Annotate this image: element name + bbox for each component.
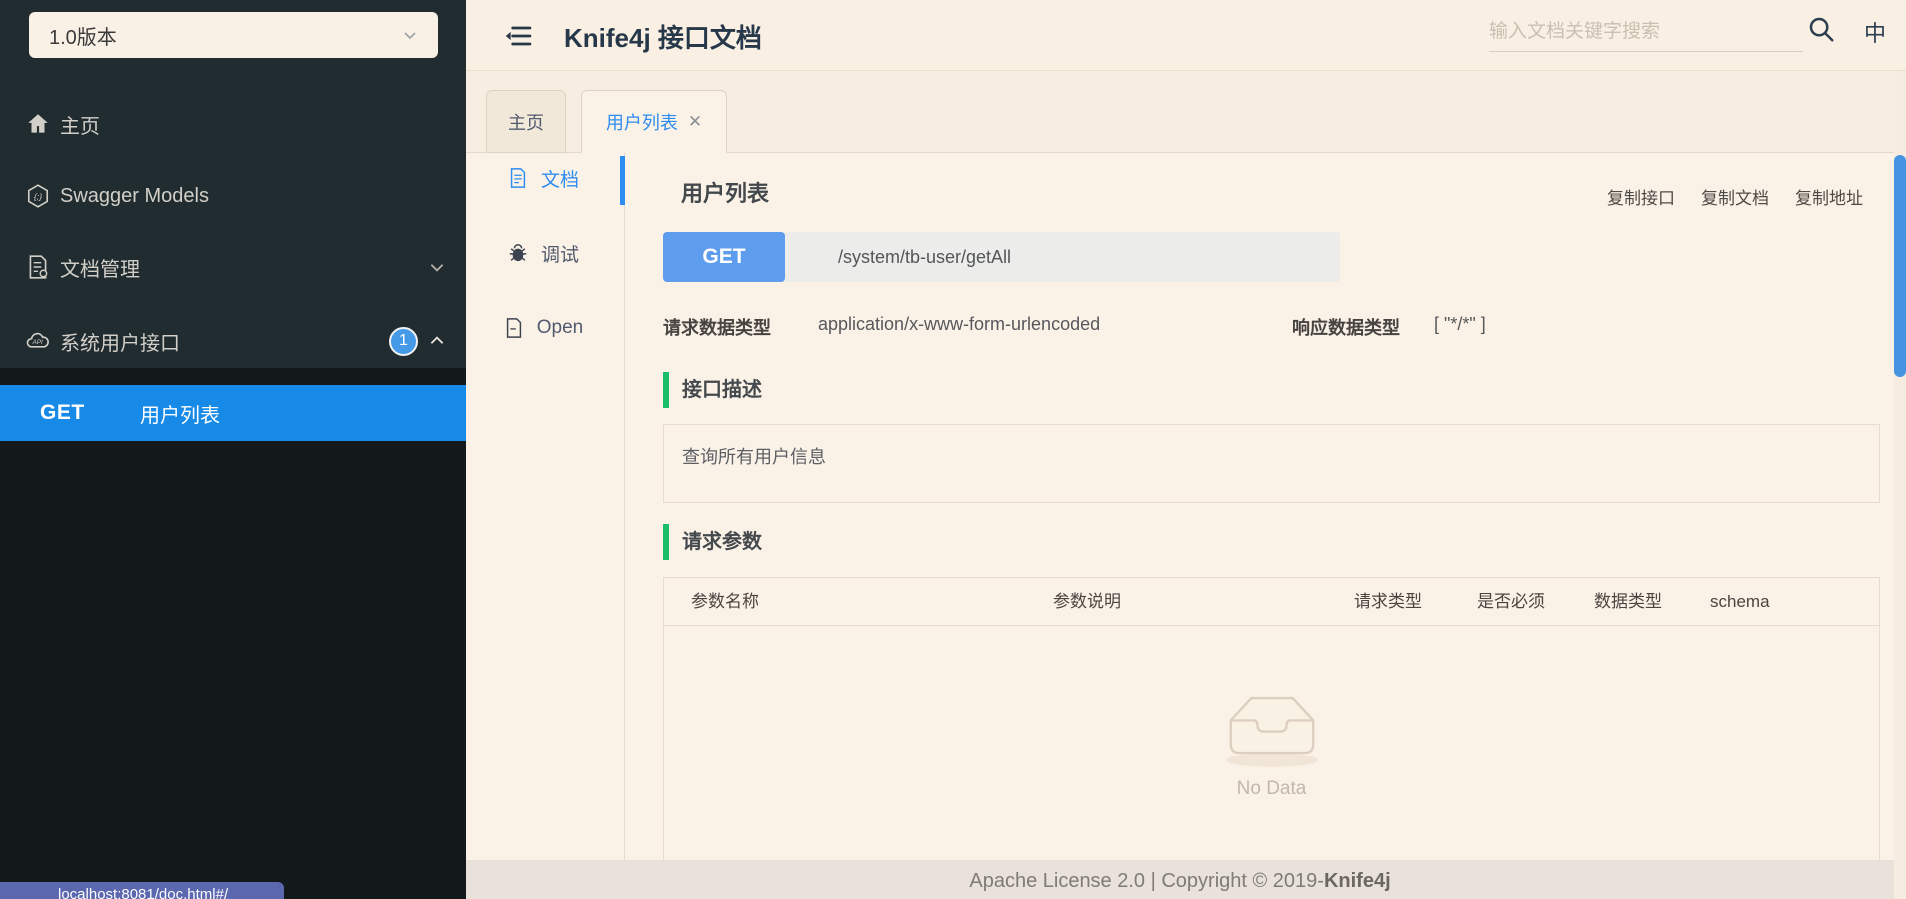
status-url-text: localhost:8081/doc.html#/ (58, 886, 229, 899)
sidebar-endpoint-user-list[interactable]: GET 用户列表 (0, 385, 466, 441)
description-text: 查询所有用户信息 (682, 447, 826, 467)
doc-manage-icon (24, 253, 52, 281)
empty-state: No Data (664, 686, 1879, 800)
column-header: schema (1710, 592, 1770, 611)
chevron-down-icon (428, 258, 446, 276)
copy-actions: 复制接口 复制文档 复制地址 (1607, 184, 1863, 209)
subnav-item-doc[interactable]: 文档 (466, 158, 620, 198)
copy-api-button[interactable]: 复制接口 (1607, 184, 1675, 209)
request-type-value: application/x-www-form-urlencoded (818, 314, 1101, 334)
tab-home[interactable]: 主页 (486, 90, 566, 153)
tab-label: 主页 (508, 112, 544, 133)
footer-license-text: Apache License 2.0 | Copyright © 2019-Kn… (969, 870, 1390, 893)
scrollbar-thumb[interactable] (1894, 155, 1906, 377)
version-select[interactable]: 1.0版本 (29, 12, 438, 58)
endpoint-count-badge: 1 (389, 326, 418, 356)
column-header: 请求类型 (1354, 592, 1422, 611)
file-icon (503, 317, 525, 339)
sidebar-item-label: 主页 (60, 115, 100, 138)
column-header: 数据类型 (1594, 592, 1662, 611)
knife4j-app: 1.0版本 主页 {;} Swagger Models 文档管理 API 系统用… (0, 0, 1906, 899)
tab-bar: 主页 用户列表 ✕ (466, 71, 1906, 153)
subnav-active-indicator (620, 156, 625, 205)
sidebar: 1.0版本 主页 {;} Swagger Models 文档管理 API 系统用… (0, 0, 466, 899)
http-method-badge: GET (663, 232, 785, 282)
footer-text: Apache License 2.0 | Copyright © 2019- (969, 870, 1324, 892)
response-type-value: [ "*/*" ] (1434, 314, 1486, 334)
endpoint-name-label: 用户列表 (140, 404, 220, 427)
column-header: 参数说明 (1053, 592, 1121, 611)
sidebar-item-home[interactable]: 主页 (0, 102, 466, 146)
column-header: 参数名称 (691, 592, 759, 611)
column-header: 是否必须 (1477, 592, 1545, 611)
sidebar-item-label: Swagger Models (60, 184, 209, 207)
language-toggle-button[interactable]: 中 (1864, 16, 1886, 48)
chevron-up-icon (428, 332, 446, 350)
home-icon (24, 110, 52, 138)
subnav-item-label: Open (536, 317, 584, 338)
request-type-label: 请求数据类型 (663, 318, 771, 338)
bug-icon (507, 242, 529, 264)
search-icon[interactable] (1806, 14, 1836, 44)
sidebar-submenu-background (0, 368, 466, 899)
header: Knife4j 接口文档 中 (466, 0, 1906, 71)
endpoint-url-bar: GET /system/tb-user/getAll (663, 232, 1340, 282)
section-accent-bar (663, 372, 669, 408)
browser-status-url-bar: localhost:8081/doc.html#/ (0, 882, 284, 899)
footer: Apache License 2.0 | Copyright © 2019-Kn… (466, 860, 1894, 899)
copy-address-button[interactable]: 复制地址 (1795, 184, 1863, 209)
swagger-models-icon: {;} (24, 182, 52, 210)
subnav-item-open[interactable]: Open (466, 308, 620, 348)
params-table-header: 参数名称 参数说明 请求类型 是否必须 数据类型 schema (664, 578, 1879, 626)
doc-icon (507, 167, 529, 189)
footer-brand: Knife4j (1323, 870, 1391, 892)
sidebar-item-label: 文档管理 (60, 258, 140, 281)
version-select-value: 1.0版本 (49, 26, 117, 49)
chevron-down-icon (402, 27, 418, 43)
sidebar-item-system-user-api[interactable]: API 系统用户接口 1 (0, 319, 466, 363)
cloud-api-icon: API (24, 327, 52, 355)
svg-text:{;}: {;} (34, 191, 42, 201)
description-box: 查询所有用户信息 (663, 424, 1880, 503)
section-title-description: 接口描述 (682, 379, 762, 401)
endpoint-path: /system/tb-user/getAll (838, 247, 1012, 267)
search-input[interactable] (1489, 12, 1803, 52)
sidebar-item-swagger-models[interactable]: {;} Swagger Models (0, 174, 466, 218)
params-table: 参数名称 参数说明 请求类型 是否必须 数据类型 schema No Data (663, 577, 1880, 860)
sidebar-item-label: 系统用户接口 (60, 332, 180, 355)
sidebar-item-doc-manage[interactable]: 文档管理 (0, 245, 466, 289)
empty-box-icon (1217, 686, 1327, 772)
endpoint-method-label: GET (40, 401, 85, 424)
close-icon[interactable]: ✕ (688, 112, 702, 132)
response-type-label: 响应数据类型 (1292, 318, 1400, 338)
copy-doc-button[interactable]: 复制文档 (1701, 184, 1769, 209)
subnav-divider (624, 153, 625, 860)
subnav-item-debug[interactable]: 调试 (466, 233, 620, 273)
empty-state-text: No Data (1236, 778, 1307, 799)
menu-fold-icon[interactable] (502, 20, 534, 52)
section-title-params: 请求参数 (682, 531, 762, 553)
subnav-item-label: 文档 (540, 169, 579, 191)
svg-text:API: API (31, 339, 43, 346)
doc-title: 用户列表 (681, 181, 770, 206)
tab-user-list[interactable]: 用户列表 ✕ (581, 90, 727, 153)
tab-label: 用户列表 (605, 112, 678, 133)
subnav-item-label: 调试 (540, 244, 579, 266)
section-accent-bar (663, 524, 669, 560)
page-title: Knife4j 接口文档 (564, 23, 762, 53)
